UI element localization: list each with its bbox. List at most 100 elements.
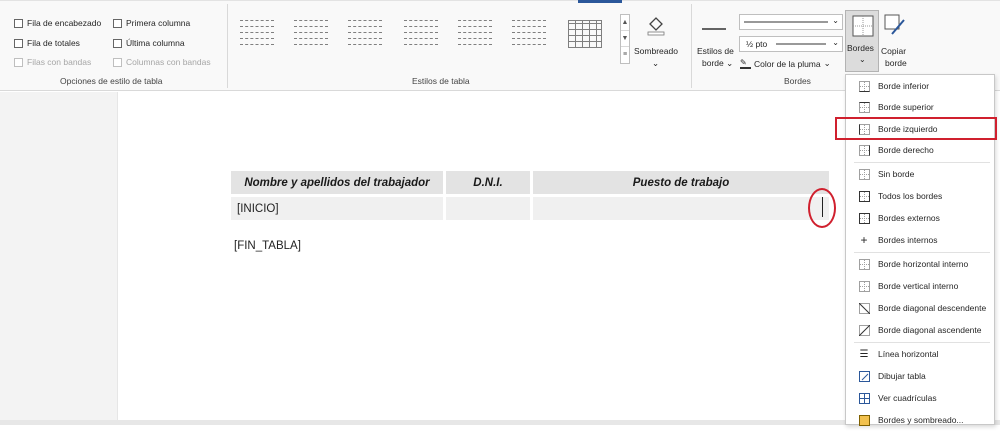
- menu-item-label: Bordes y sombreado...: [878, 415, 964, 425]
- table-header-row: Nombre y apellidos del trabajador D.N.I.…: [231, 171, 829, 194]
- bottom-border-icon: [854, 80, 874, 92]
- no-border-icon: [854, 168, 874, 180]
- table-cell[interactable]: [INICIO]: [231, 197, 443, 220]
- draw-table-icon: [854, 370, 874, 382]
- document-table[interactable]: Nombre y apellidos del trabajador D.N.I.…: [228, 168, 832, 223]
- outside-borders-icon: [854, 212, 874, 224]
- menu-item-view-gridlines[interactable]: Ver cuadrículas: [846, 387, 994, 409]
- borders-icon: [852, 15, 874, 37]
- border-styles-label-2[interactable]: borde ⌄: [702, 58, 733, 69]
- checkbox-box[interactable]: [113, 18, 122, 28]
- checkbox-banded-rows[interactable]: Filas con bandas: [14, 57, 91, 67]
- checkbox-header-row[interactable]: Fila de encabezado: [14, 18, 101, 28]
- page-margin: [0, 92, 118, 425]
- border-styles-line-icon[interactable]: [702, 24, 726, 34]
- annotation-red-rectangle: [835, 117, 997, 140]
- menu-item-horizontal-line[interactable]: ☰ Línea horizontal: [846, 343, 994, 365]
- menu-item-draw-table[interactable]: Dibujar tabla: [846, 365, 994, 387]
- border-styles-label[interactable]: Estilos de: [697, 46, 734, 56]
- all-borders-icon: [854, 190, 874, 202]
- gallery-scroll[interactable]: ▲ ▼ ≡: [620, 14, 630, 64]
- borders-button-label: Bordes: [847, 43, 874, 53]
- group-separator: [227, 4, 228, 88]
- menu-item-label: Bordes internos: [878, 235, 938, 245]
- borders-shading-icon: [854, 414, 874, 426]
- table-header-cell[interactable]: Nombre y apellidos del trabajador: [231, 171, 443, 194]
- menu-item-label: Dibujar tabla: [878, 371, 926, 381]
- checkbox-total-row[interactable]: Fila de totales: [14, 38, 80, 48]
- table-cell[interactable]: [446, 197, 530, 220]
- gallery-more-icon[interactable]: ≡: [621, 47, 629, 63]
- checkbox-first-column[interactable]: Primera columna: [113, 18, 190, 28]
- table-cell[interactable]: [533, 197, 829, 220]
- inside-borders-icon: +: [860, 232, 868, 247]
- shading-chevron-down-icon[interactable]: ⌄: [652, 58, 659, 69]
- copy-border-label-2[interactable]: borde: [885, 58, 907, 68]
- checkbox-box[interactable]: [113, 57, 122, 67]
- menu-item-borders-shading[interactable]: Bordes y sombreado...: [846, 409, 994, 431]
- checkbox-banded-columns[interactable]: Columnas con bandas: [113, 57, 211, 67]
- menu-item-label: Sin borde: [878, 169, 915, 179]
- checkbox-box[interactable]: [14, 18, 23, 28]
- line-style-dropdown[interactable]: ⌄: [739, 14, 843, 30]
- menu-item-label: Borde superior: [878, 102, 934, 112]
- menu-item-top-border[interactable]: Borde superior: [846, 96, 994, 118]
- menu-item-label: Línea horizontal: [878, 349, 939, 359]
- table-header-cell[interactable]: D.N.I.: [446, 171, 530, 194]
- shading-label[interactable]: Sombreado: [634, 46, 678, 56]
- menu-item-diagonal-up-border[interactable]: Borde diagonal ascendente: [846, 319, 994, 341]
- menu-item-inside-vertical-border[interactable]: Borde vertical interno: [846, 275, 994, 297]
- table-style-thumbnail[interactable]: [404, 20, 438, 48]
- line-weight-dropdown[interactable]: ½ pto ⌄: [739, 36, 843, 52]
- menu-item-outside-borders[interactable]: Bordes externos: [846, 207, 994, 229]
- inside-vertical-border-icon: [854, 280, 874, 292]
- menu-item-inside-horizontal-border[interactable]: Borde horizontal interno: [846, 253, 994, 275]
- pen-color-button[interactable]: ✎ Color de la pluma ⌄: [740, 58, 831, 69]
- menu-item-label: Ver cuadrículas: [878, 393, 937, 403]
- copy-border-label[interactable]: Copiar: [881, 46, 906, 56]
- table-header-cell[interactable]: Puesto de trabajo: [533, 171, 829, 194]
- menu-item-label: Borde diagonal ascendente: [878, 325, 982, 335]
- chevron-down-icon: ⌄: [859, 55, 866, 64]
- checkbox-label: Filas con bandas: [27, 57, 92, 67]
- group-label-table-style-options: Opciones de estilo de tabla: [60, 76, 163, 86]
- checkbox-box[interactable]: [113, 38, 122, 48]
- menu-item-all-borders[interactable]: Todos los bordes: [846, 185, 994, 207]
- chevron-down-icon: ⌄: [832, 38, 839, 47]
- menu-item-label: Borde diagonal descendente: [878, 303, 987, 313]
- menu-item-label: Borde derecho: [878, 145, 934, 155]
- checkbox-last-column[interactable]: Última columna: [113, 38, 185, 48]
- menu-item-right-border[interactable]: Borde derecho: [846, 139, 994, 161]
- menu-item-no-border[interactable]: Sin borde: [846, 163, 994, 185]
- pen-color-label: Color de la pluma: [754, 58, 821, 69]
- table-style-thumbnail[interactable]: [458, 20, 492, 48]
- checkbox-box[interactable]: [14, 38, 23, 48]
- gallery-down-arrow-icon[interactable]: ▼: [621, 31, 629, 47]
- active-tab-indicator: [578, 0, 622, 3]
- annotation-red-circle: [808, 188, 836, 228]
- right-border-icon: [854, 144, 874, 156]
- borders-button[interactable]: Bordes ⌄: [845, 10, 879, 72]
- table-style-thumbnail-grid[interactable]: [568, 20, 602, 48]
- menu-item-inside-borders[interactable]: + Bordes internos: [846, 229, 994, 251]
- menu-item-diagonal-down-border[interactable]: Borde diagonal descendente: [846, 297, 994, 319]
- table-style-thumbnail[interactable]: [512, 20, 546, 48]
- table-styles-gallery[interactable]: [238, 12, 618, 64]
- pen-color-icon: ✎: [740, 58, 751, 69]
- shading-bucket-icon[interactable]: [645, 14, 667, 38]
- line-weight-value: ½ pto: [746, 39, 768, 49]
- table-style-thumbnail[interactable]: [240, 20, 274, 48]
- table-row: [INICIO]: [231, 197, 829, 220]
- gallery-up-arrow-icon[interactable]: ▲: [621, 15, 629, 31]
- diagonal-up-border-icon: [854, 324, 874, 336]
- inside-horizontal-border-icon: [854, 258, 874, 270]
- checkbox-box[interactable]: [14, 57, 23, 67]
- ribbon-top-edge: [0, 0, 1000, 1]
- group-separator: [691, 4, 692, 88]
- checkbox-label: Fila de encabezado: [27, 18, 102, 28]
- table-style-thumbnail[interactable]: [294, 20, 328, 48]
- menu-item-bottom-border[interactable]: Borde inferior: [846, 75, 994, 97]
- table-style-thumbnail[interactable]: [348, 20, 382, 48]
- menu-item-label: Borde horizontal interno: [878, 259, 969, 269]
- border-painter-icon[interactable]: [884, 14, 906, 38]
